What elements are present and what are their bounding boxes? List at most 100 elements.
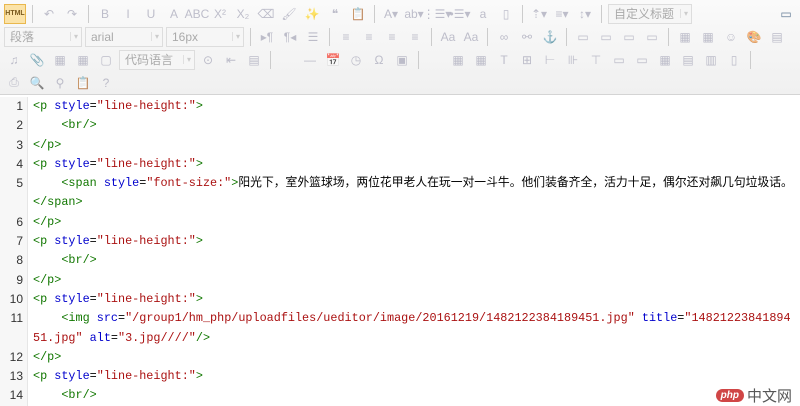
drafts-button[interactable]: 📋 <box>73 73 93 93</box>
scrawl-button[interactable]: 🎨 <box>744 27 764 47</box>
insertimage-button[interactable]: ▦ <box>698 27 718 47</box>
code-text[interactable]: <br/> <box>28 116 800 135</box>
underline-button[interactable]: U <box>141 4 161 24</box>
searchreplace-button[interactable]: ⚲ <box>50 73 70 93</box>
formatmatch-button[interactable]: 🖌 <box>279 4 299 24</box>
fullscreen-button[interactable]: ▭ <box>776 4 796 24</box>
print-button[interactable]: ⎙ <box>4 73 24 93</box>
deletecaption-button[interactable]: ▥ <box>701 50 721 70</box>
code-text[interactable]: <img src="/group1/hm_php/uploadfiles/ued… <box>28 309 800 348</box>
horizontal-button[interactable] <box>277 50 297 70</box>
source-code-editor[interactable]: 1 <p style="line-height:"> 2 <br/> 3 </p> 4 <p… <box>0 96 800 406</box>
font-size-select[interactable]: 16px ▾ <box>166 26 244 47</box>
unlink-button[interactable]: ⚯ <box>517 27 537 47</box>
font-family-select[interactable]: arial ▾ <box>85 26 163 47</box>
pasteplain-button[interactable]: 📋 <box>348 4 368 24</box>
code-text[interactable]: </p> <box>28 136 800 155</box>
gmap-button[interactable]: ▦ <box>73 50 93 70</box>
deleterow-button[interactable]: ⊤ <box>586 50 606 70</box>
image-center-button[interactable]: ▭ <box>642 27 662 47</box>
rowspacingtop-button[interactable]: ⇡▾ <box>529 4 549 24</box>
unordered-list-button[interactable]: •☰▾ <box>450 4 471 24</box>
superscript-button[interactable]: X² <box>210 4 230 24</box>
image-none-button[interactable]: ▭ <box>573 27 593 47</box>
insertrow-button[interactable]: T <box>494 50 514 70</box>
anchor-button[interactable]: ⚓ <box>540 27 560 47</box>
justify-full-button[interactable]: ≡ <box>405 27 425 47</box>
date-button[interactable]: — <box>300 50 320 70</box>
indent-button[interactable]: ☰ <box>303 27 323 47</box>
custom-title-select[interactable]: 自定义标题 ▾ <box>608 3 692 24</box>
code-text[interactable]: </p> <box>28 213 800 232</box>
justify-center-button[interactable]: ≡ <box>359 27 379 47</box>
source-html-button[interactable]: HTML <box>4 3 26 24</box>
tolowercase-button[interactable]: Aa <box>461 27 481 47</box>
code-text[interactable]: <span style="font-size:">阳光下，室外篮球场，两位花甲老… <box>28 174 800 213</box>
separator <box>250 27 251 46</box>
paragraph-select[interactable]: 段落 ▾ <box>4 26 82 47</box>
splittocols-button[interactable]: ▦ <box>655 50 675 70</box>
code-text[interactable]: </p> <box>28 348 800 367</box>
preview-button[interactable]: 🔍 <box>27 73 47 93</box>
strikethrough-button[interactable]: ABC <box>185 4 210 24</box>
ordered-list-button[interactable]: ⋮☰▾ <box>423 4 452 24</box>
insertparagraphbeforetable-button[interactable]: ▦ <box>471 50 491 70</box>
image-right-button[interactable]: ▭ <box>619 27 639 47</box>
forecolor-button[interactable]: A▾ <box>381 4 401 24</box>
inserttable-button[interactable] <box>425 50 445 70</box>
bold-button[interactable]: B <box>95 4 115 24</box>
justify-left-button[interactable]: ≡ <box>336 27 356 47</box>
attachment-button[interactable]: 📎 <box>27 50 47 70</box>
undo-button[interactable]: ↶ <box>39 4 59 24</box>
mergeright-button[interactable]: ⊢ <box>540 50 560 70</box>
justify-right-button[interactable]: ≡ <box>382 27 402 47</box>
deletecol-button[interactable]: ▭ <box>609 50 629 70</box>
autotypeset-button[interactable]: ✨ <box>302 4 322 24</box>
insertvideo-button[interactable]: ▤ <box>767 27 787 47</box>
deletetable-button[interactable]: ▦ <box>448 50 468 70</box>
code-language-select[interactable]: 代码语言 ▾ <box>119 49 195 70</box>
subscript-button[interactable]: X₂ <box>233 4 253 24</box>
snapscreen-button[interactable]: Ω <box>369 50 389 70</box>
selectall-button[interactable]: a <box>473 4 493 24</box>
code-text[interactable]: </p> <box>28 271 800 290</box>
splittocells-button[interactable]: ▤ <box>678 50 698 70</box>
code-text[interactable]: <p style="line-height:"> <box>28 367 800 386</box>
emotion-button[interactable]: ☺ <box>721 27 741 47</box>
wordimage-button[interactable]: ▣ <box>392 50 412 70</box>
blockquote-button[interactable]: ❝ <box>325 4 345 24</box>
link-button[interactable]: ∞ <box>494 27 514 47</box>
touppercase-button[interactable]: Aa <box>438 27 458 47</box>
code-text[interactable]: <br/> <box>28 386 800 405</box>
fontborder-button[interactable]: A <box>164 4 184 24</box>
mergedown-button[interactable]: ⊪ <box>563 50 583 70</box>
insertcol-button[interactable]: ⊞ <box>517 50 537 70</box>
cleardoc-button[interactable]: ▯ <box>496 4 516 24</box>
time-button[interactable]: 📅 <box>323 50 343 70</box>
splittorows-button[interactable]: ▭ <box>632 50 652 70</box>
spechars-button[interactable]: ◷ <box>346 50 366 70</box>
template-button[interactable]: ⇤ <box>221 50 241 70</box>
redo-button[interactable]: ↷ <box>62 4 82 24</box>
simpleupload-button[interactable]: ▦ <box>675 27 695 47</box>
map-button[interactable]: ▦ <box>50 50 70 70</box>
pagebreak-button[interactable]: ⊙ <box>198 50 218 70</box>
code-text[interactable]: <br/> <box>28 251 800 270</box>
insertframe-button[interactable]: ▢ <box>96 50 116 70</box>
code-text[interactable]: <p style="line-height:"> <box>28 232 800 251</box>
help-button[interactable]: ? <box>96 73 116 93</box>
code-text[interactable]: <p style="line-height:"> <box>28 155 800 174</box>
ltr-button[interactable]: ▸¶ <box>257 27 277 47</box>
code-text[interactable]: <p style="line-height:"> <box>28 97 800 116</box>
italic-button[interactable]: I <box>118 4 138 24</box>
charts-button[interactable]: ▯ <box>724 50 744 70</box>
rowspacingbottom-button[interactable]: ≡▾ <box>552 4 572 24</box>
backcolor-button[interactable]: ab▾ <box>404 4 424 24</box>
lineheight-button[interactable]: ↕▾ <box>575 4 595 24</box>
background-button[interactable]: ▤ <box>244 50 264 70</box>
removeformat-button[interactable]: ⌫ <box>256 4 276 24</box>
code-text[interactable]: <p style="line-height:"> <box>28 290 800 309</box>
image-left-button[interactable]: ▭ <box>596 27 616 47</box>
music-button[interactable]: ♫ <box>4 50 24 70</box>
rtl-button[interactable]: ¶◂ <box>280 27 300 47</box>
